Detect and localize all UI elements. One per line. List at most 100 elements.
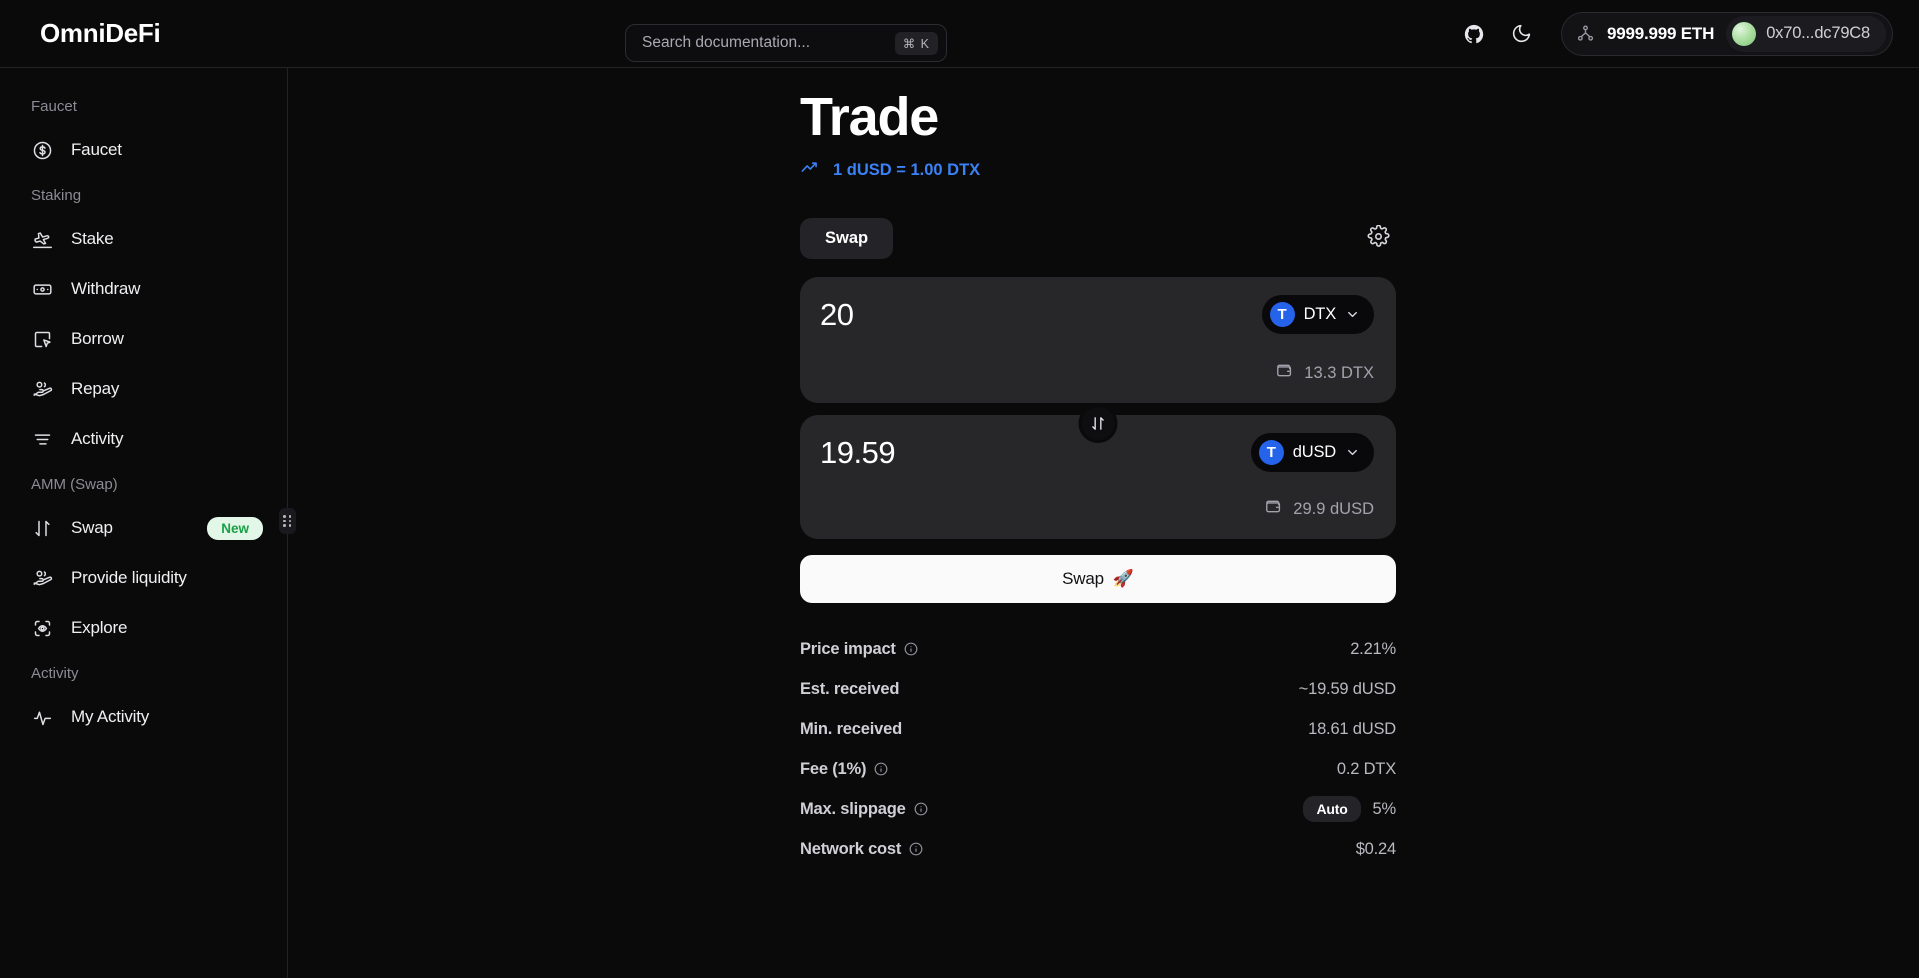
sidebar-item-explore[interactable]: Explore [0,603,287,653]
brand-logo[interactable]: OmniDeFi [40,18,161,49]
trending-up-icon [800,158,819,182]
to-balance-text: 29.9 dUSD [1293,499,1374,518]
to-token-selector[interactable]: T dUSD [1250,433,1374,473]
detail-label-wrap: Min. received [800,720,902,739]
dtx-token-icon: T [1269,302,1295,328]
to-balance[interactable]: 29.9 dUSD [1264,497,1374,521]
sidebar-section-activity: Activity [31,665,79,682]
dollar-circle-icon [31,139,53,161]
moon-icon[interactable] [1509,21,1535,47]
banknote-icon [31,278,53,300]
avatar [1732,21,1757,46]
sidebar-item-label: Activity [71,429,124,448]
sidebar-item-repay[interactable]: Repay [0,364,287,414]
sidebar-item-activity[interactable]: Activity [0,414,287,464]
detail-label: Est. received [800,679,900,698]
from-amount-input[interactable] [820,297,1120,334]
detail-row: Price impact 2.21% [800,629,1396,669]
detail-value: 0.2 DTX [1336,759,1396,778]
sidebar-item-label: Provide liquidity [71,568,187,587]
detail-value: 5% [1372,799,1397,818]
header-actions: 9999.999 ETH 0x70...dc79C8 [1461,11,1893,56]
detail-value: 2.21% [1350,639,1396,658]
detail-label: Max. slippage [800,799,906,818]
sidebar-item-borrow[interactable]: Borrow [0,314,287,364]
wallet-icon [1275,361,1294,385]
detail-row: Fee (1%) 0.2 DTX [800,749,1396,789]
sidebar-item-label: Withdraw [71,279,141,298]
detail-value: $0.24 [1355,839,1396,858]
sidebar-section-faucet: Faucet [31,98,77,115]
detail-label-wrap: Est. received [800,680,899,699]
sidebar-item-provide-liquidity[interactable]: Provide liquidity [0,553,287,603]
sidebar-item-label: Repay [71,379,120,398]
swap-card: T DTX 13.3 DTX [800,277,1396,604]
network-nodes-icon [1576,24,1595,43]
info-icon[interactable] [909,842,923,856]
main-content: Trade 1 dUSD = 1.00 DTX Swap 20 T DTX 13… [288,68,1919,978]
sidebar-section-staking: Staking [31,187,82,204]
sidebar-item-label: My Activity [71,707,150,726]
search-input[interactable]: Search documentation... ⌘ K [625,24,947,62]
account-address: 0x70...dc79C8 [1766,24,1870,42]
detail-label: Min. received [800,719,902,738]
detail-value-wrap: Auto 5% [1303,796,1397,823]
hand-coins-icon [31,567,53,589]
wallet-summary[interactable]: 9999.999 ETH 0x70...dc79C8 [1560,11,1893,56]
detail-value: ~19.59 dUSD [1298,679,1397,698]
from-token-symbol: DTX [1303,305,1337,324]
rocket-icon: 🚀 [1112,569,1134,589]
github-icon[interactable] [1461,21,1487,47]
to-token-symbol: dUSD [1292,443,1336,462]
from-token-selector[interactable]: T DTX [1261,295,1374,335]
slippage-auto-chip[interactable]: Auto [1303,796,1361,823]
detail-label-wrap: Fee (1%) [800,760,888,779]
detail-row: Network cost $0.24 [800,829,1396,869]
status-badge: New [207,516,263,540]
account-address-button[interactable]: 0x70...dc79C8 [1726,15,1886,52]
gear-icon[interactable] [1367,224,1390,253]
chevron-down-icon [1345,445,1360,460]
sidebar-item-stake[interactable]: Stake [0,214,287,264]
info-icon[interactable] [874,762,888,776]
sidebar-resize-handle[interactable] [279,508,296,534]
search-placeholder: Search documentation... [642,34,811,51]
sidebar: Faucet Faucet Staking Stake Withdraw Bor… [0,68,296,978]
from-balance[interactable]: 13.3 DTX [1275,361,1374,385]
pulse-icon [31,706,53,728]
tabs-row: Swap [800,218,1396,260]
to-amount-input[interactable] [820,435,1120,472]
sidebar-item-swap[interactable]: Swap New [0,503,287,553]
sidebar-item-label: Stake [71,229,114,248]
detail-label-wrap: Price impact [800,640,918,659]
info-icon[interactable] [914,802,928,816]
sidebar-item-label: Explore [71,618,128,637]
chevron-down-icon [1345,307,1360,322]
sidebar-item-faucet[interactable]: Faucet [0,125,287,175]
body: Faucet Faucet Staking Stake Withdraw Bor… [0,68,1919,978]
tab-swap[interactable]: Swap [800,218,894,260]
exchange-rate-text: 1 dUSD = 1.00 DTX [833,160,981,179]
swap-from-panel: T DTX 13.3 DTX [800,277,1396,404]
swap-button-label: Swap [1062,569,1104,589]
wallet-icon [1264,497,1283,521]
page-title: Trade [800,87,939,147]
detail-row: Max. slippage Auto 5% [800,789,1396,829]
hand-coins-icon [31,378,53,400]
lines-icon [31,428,53,450]
top-header: OmniDeFi Search documentation... ⌘ K 999… [0,0,1919,68]
sidebar-item-label: Swap [71,518,113,537]
sidebar-section-amm: AMM (Swap) [31,476,118,493]
dusd-token-icon: T [1258,440,1284,466]
info-icon[interactable] [904,642,918,656]
swap-direction-button[interactable] [1078,404,1118,444]
detail-value: 18.61 dUSD [1308,719,1396,738]
scan-eye-icon [31,617,53,639]
detail-label: Network cost [800,839,902,858]
sidebar-item-withdraw[interactable]: Withdraw [0,264,287,314]
arrows-up-down-icon [31,517,53,539]
swap-submit-button[interactable]: Swap 🚀 [800,555,1396,604]
swap-details: Price impact 2.21% Est. received ~19.59 … [800,629,1396,869]
sidebar-item-my-activity[interactable]: My Activity [0,692,287,742]
cursor-box-icon [31,328,53,350]
